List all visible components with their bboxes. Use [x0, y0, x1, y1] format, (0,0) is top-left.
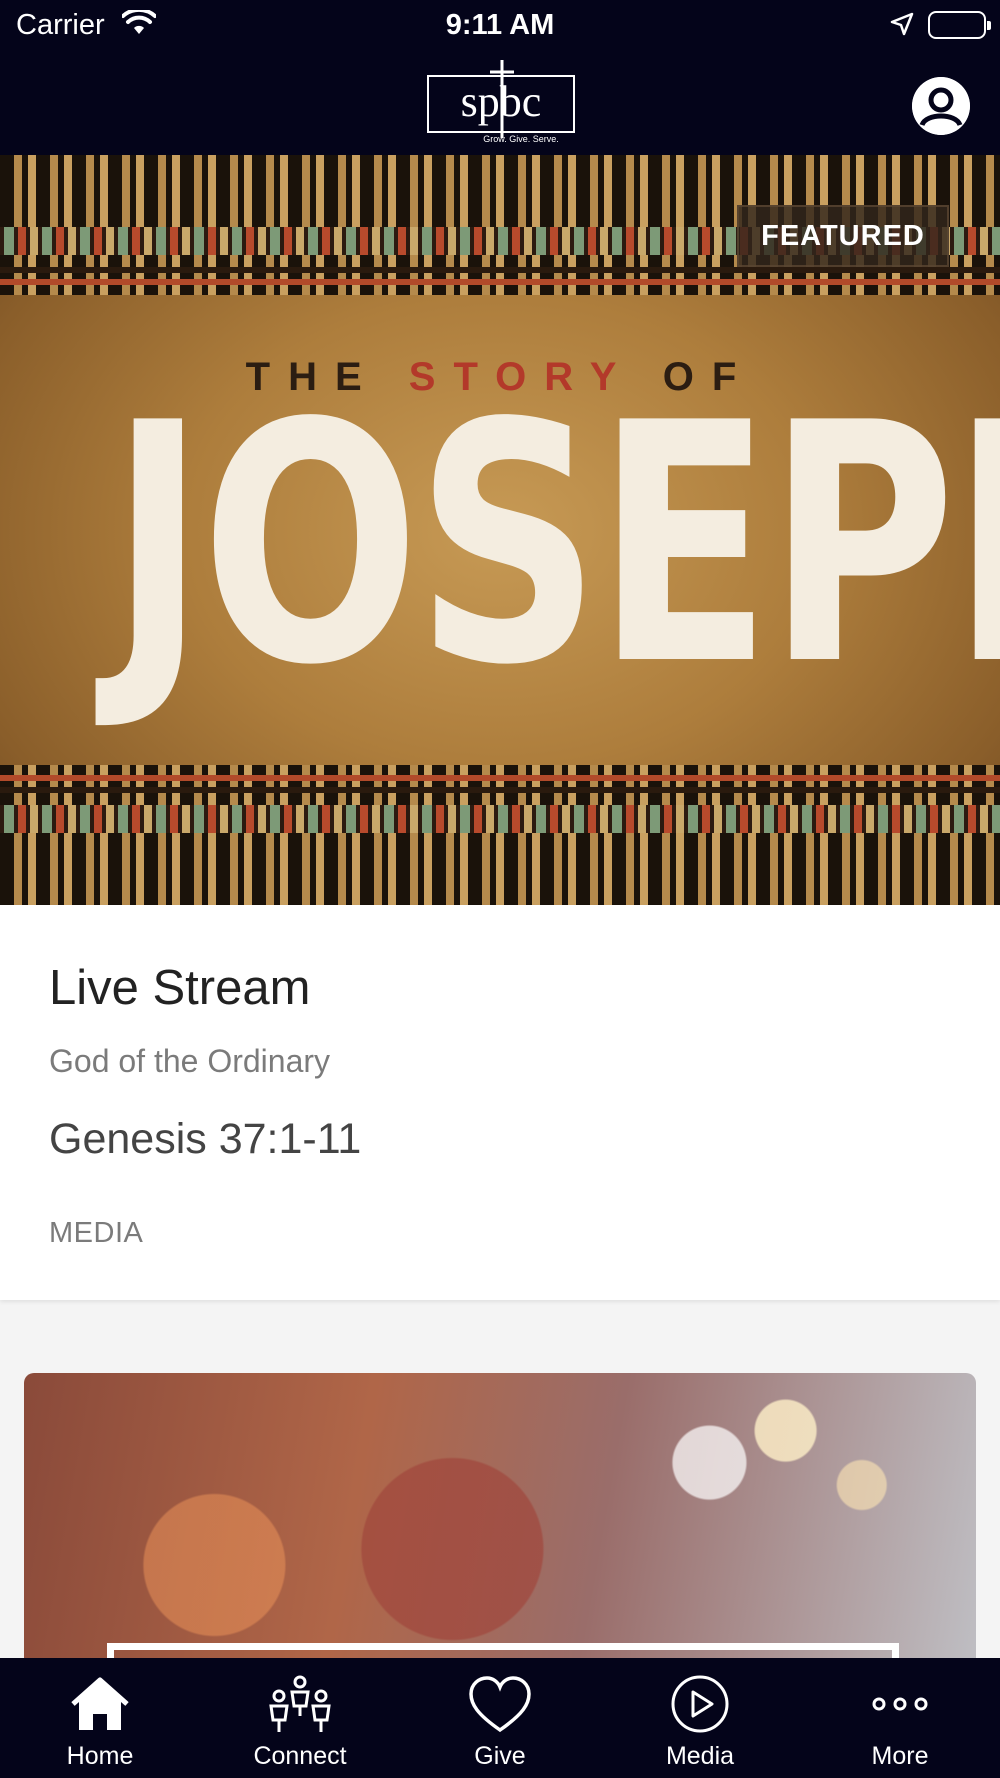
hero-art-title: JOSEPH — [110, 353, 1000, 737]
card-subtitle: God of the Ordinary — [49, 1043, 331, 1079]
featured-content-card[interactable]: Live Stream God of the Ordinary Genesis … — [0, 905, 1000, 1300]
profile-button[interactable] — [912, 77, 970, 135]
tab-label: Home — [66, 1742, 134, 1770]
clock: 9:11 AM — [445, 9, 555, 41]
tab-label: Give — [474, 1742, 526, 1770]
tab-label: Media — [665, 1742, 735, 1770]
pattern-line — [0, 267, 1000, 273]
user-icon — [912, 77, 970, 135]
heart-icon — [469, 1676, 531, 1733]
tab-label: More — [871, 1742, 929, 1770]
featured-hero-image[interactable]: THE STORY OF JOSEPH FEATURED — [0, 155, 1000, 905]
card-scripture-reference: Genesis 37:1-11 — [49, 1115, 362, 1163]
more-icon — [872, 1697, 928, 1711]
pattern-line — [0, 775, 1000, 781]
svg-text:Grow. Give. Serve.: Grow. Give. Serve. — [483, 134, 559, 144]
connect-icon — [269, 1675, 331, 1732]
tab-connect[interactable]: Connect — [200, 1658, 400, 1778]
bottom-tab-bar: Home Connect Give Media More — [0, 1658, 1000, 1778]
card-category-label: MEDIA — [49, 1217, 144, 1249]
church-logo: spbc Grow. Give. Serve. — [426, 60, 576, 145]
tab-label: Connect — [253, 1742, 347, 1770]
pattern-line — [0, 787, 1000, 793]
status-bar: Carrier 9:11 AM — [0, 0, 1000, 50]
pattern-stripe — [0, 805, 1000, 833]
app-header: spbc Grow. Give. Serve. — [0, 50, 1000, 155]
home-icon — [71, 1677, 129, 1730]
card-title: Live Stream — [49, 961, 311, 1015]
battery-icon — [928, 11, 991, 39]
content-tile-image[interactable] — [24, 1373, 976, 1693]
tab-give[interactable]: Give — [400, 1658, 600, 1778]
location-icon — [890, 12, 914, 41]
play-icon — [671, 1675, 729, 1733]
pattern-band-bottom — [0, 765, 1000, 905]
tab-more[interactable]: More — [800, 1658, 1000, 1778]
featured-badge: FEATURED — [737, 205, 949, 267]
pattern-line — [0, 279, 1000, 285]
tab-media[interactable]: Media — [600, 1658, 800, 1778]
svg-text:spbc: spbc — [461, 77, 542, 126]
tab-home[interactable]: Home — [0, 1658, 200, 1778]
